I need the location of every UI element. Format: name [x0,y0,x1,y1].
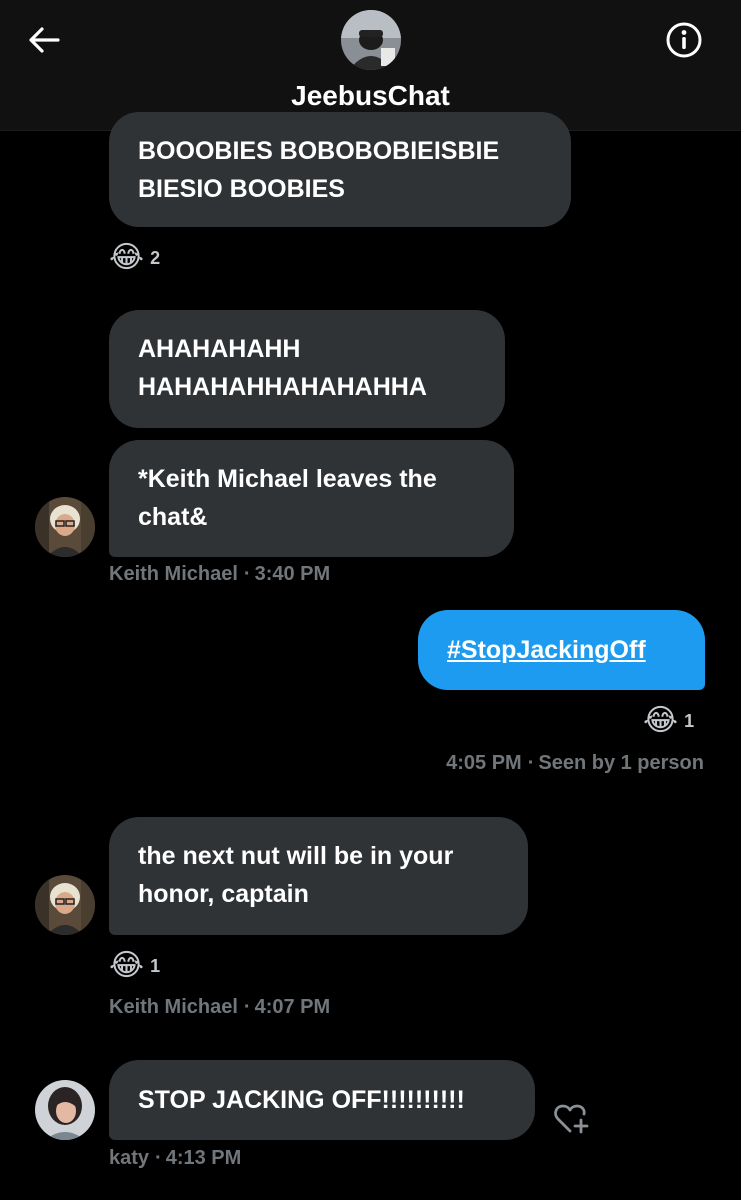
message-text: *Keith Michael leaves the [138,465,437,493]
seen-status: Seen by 1 person [538,752,704,774]
message-meta: Keith Michael · 4:07 PM [109,996,330,1019]
separator-dot: · [243,563,251,585]
info-circle-icon [666,22,702,58]
message-text: honor, captain [138,880,309,908]
message-meta: 4:05 PM · Seen by 1 person [446,752,704,775]
conversation-title: JeebusChat [291,80,450,111]
tears-of-joy-emoji-icon: 😂 [109,949,145,982]
message-time: 4:13 PM [165,1147,242,1169]
tears-of-joy-emoji-icon: 😂 [109,241,145,274]
heart-plus-icon [554,1104,589,1134]
message-text: STOP JACKING OFF!!!!!!!!!! [138,1086,465,1114]
reaction-count: 2 [150,247,161,268]
hashtag-link[interactable]: #StopJackingOff [447,631,676,669]
message-text: HAHAHAHHAHAHAHHA [138,373,427,401]
message-time: 3:40 PM [254,563,331,585]
message-time: 4:07 PM [254,996,331,1018]
back-button[interactable] [24,22,64,58]
sender-name[interactable]: Keith Michael [109,563,238,585]
avatar-keith-michael[interactable] [35,497,95,557]
message-time: 4:05 PM [446,752,522,774]
message-bubble-sent[interactable]: #StopJackingOff [418,610,705,690]
reaction-count: 1 [684,710,695,731]
arrow-left-icon [29,27,60,53]
reaction-count: 1 [150,955,161,976]
sender-name[interactable]: katy [109,1147,149,1169]
reaction-badge[interactable]: 😂 2 [109,242,160,274]
reaction-badge[interactable]: 😂 1 [643,705,694,737]
message-bubble[interactable]: AHAHAHAHH HAHAHAHHAHAHAHHA [109,310,505,428]
message-meta: Keith Michael · 3:40 PM [109,563,330,586]
avatar-katy[interactable] [35,1080,95,1140]
info-button[interactable] [664,20,704,60]
separator-dot: · [527,752,535,774]
message-bubble[interactable]: STOP JACKING OFF!!!!!!!!!! [109,1060,535,1140]
message-text: chat& [138,503,208,531]
reaction-badge[interactable]: 😂 1 [109,950,160,982]
message-text: AHAHAHAHH [138,335,301,363]
separator-dot: · [155,1147,162,1169]
message-bubble[interactable]: *Keith Michael leaves the chat& [109,440,514,557]
sender-name[interactable]: Keith Michael [109,996,238,1018]
separator-dot: · [243,996,251,1018]
add-reaction-button[interactable] [553,1102,591,1136]
group-avatar[interactable] [341,10,401,70]
message-bubble[interactable]: BOOOBIES BOBOBOBIEISBIE BIESIO BOOBIES [109,112,571,227]
message-meta: katy · 4:13 PM [109,1147,241,1170]
avatar-keith-michael[interactable] [35,875,95,935]
message-bubble[interactable]: the next nut will be in your honor, capt… [109,817,528,935]
message-text: the next nut will be in your [138,842,454,870]
tears-of-joy-emoji-icon: 😂 [643,704,679,737]
message-text: BIESIO BOOBIES [138,175,345,203]
message-text: BOOOBIES BOBOBOBIEISBIE [138,137,500,165]
